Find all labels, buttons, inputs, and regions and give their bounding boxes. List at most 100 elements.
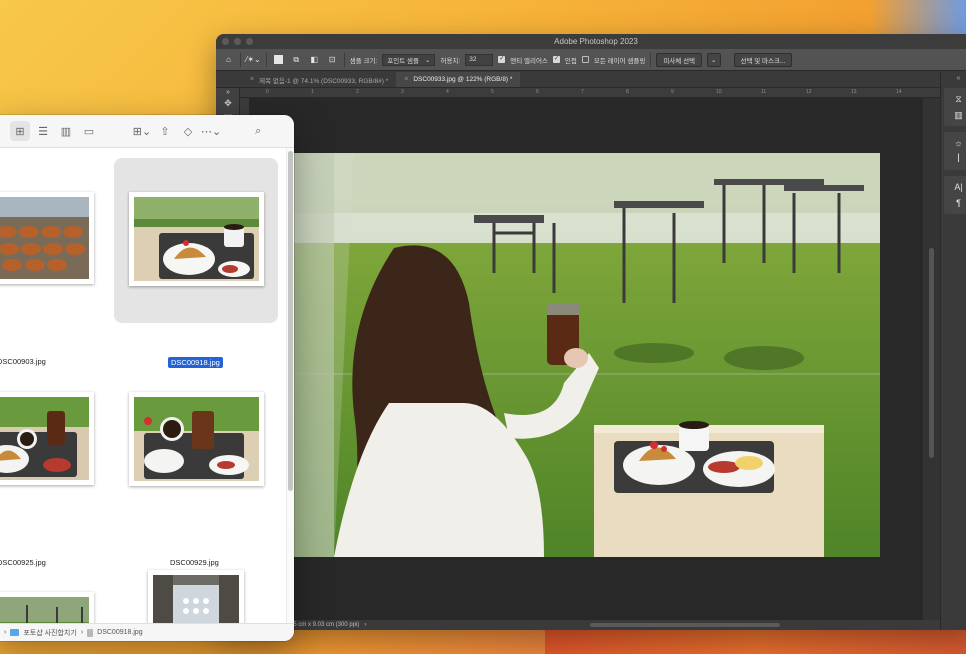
- move-tool-icon[interactable]: ✥: [216, 96, 240, 110]
- all-layers-label: 모든 레이어 샘플링: [593, 57, 646, 65]
- file-thumbnail[interactable]: [0, 192, 94, 284]
- options-divider: [265, 52, 267, 67]
- ruler-tick: 8: [626, 89, 629, 95]
- subject-dropdown-button[interactable]: ⌄: [707, 52, 721, 67]
- ps-status-bar: 55 cm x 9.03 cm (300 ppi) ›: [240, 620, 940, 630]
- file-name: DSC00918.jpg: [168, 357, 223, 368]
- intersect-selection-icon[interactable]: ⊡: [326, 53, 339, 66]
- folder-icon: [10, 629, 20, 636]
- photoshop-window: Adobe Photoshop 2023 ⌂ ⁄✶⌄ ⧉ ◧ ⊡ 샘플 크기: …: [216, 34, 966, 630]
- brush-panel-icon[interactable]: ꟾ: [949, 152, 966, 166]
- ps-document-tabs: × 제목 없음-1 @ 74.1% (DSC00933, RGB/8#) * ×…: [216, 71, 966, 88]
- close-window-button[interactable]: [222, 38, 229, 45]
- pastries-thumbnail-image: [0, 197, 89, 279]
- path-file[interactable]: DSC00918.jpg: [97, 629, 143, 636]
- sample-size-label: 샘플 크기:: [349, 57, 378, 65]
- tab-untitled[interactable]: × 제목 없음-1 @ 74.1% (DSC00933, RGB/8#) *: [242, 72, 396, 87]
- add-selection-icon[interactable]: ⧉: [290, 53, 303, 66]
- panel-group: ☼ ꟾ: [944, 132, 966, 170]
- more-actions-icon[interactable]: ⋯⌄: [201, 121, 221, 141]
- share-icon[interactable]: ⇧: [155, 121, 175, 141]
- all-layers-checkbox[interactable]: [581, 56, 589, 63]
- paragraph-panel-icon[interactable]: ¶: [949, 196, 966, 210]
- ruler-tick: 14: [896, 89, 902, 95]
- libraries-panel-icon[interactable]: ▥: [949, 108, 966, 122]
- ruler-tick: 11: [761, 89, 767, 95]
- ruler-tick: 3: [401, 89, 404, 95]
- tab-dsc00933[interactable]: × DSC00933.jpg @ 122% (RGB/8) *: [396, 72, 521, 87]
- ruler-tick: 6: [536, 89, 539, 95]
- ruler-tick: 12: [806, 89, 812, 95]
- column-view-icon[interactable]: ▥: [56, 121, 76, 141]
- subtract-selection-icon[interactable]: ◧: [308, 53, 321, 66]
- ruler-tick: 7: [581, 89, 584, 95]
- interior-thumbnail-image: [153, 575, 239, 623]
- ps-panel-strip: « ⧖ ▥ ☼ ꟾ A| ¶: [940, 72, 966, 630]
- close-tab-icon[interactable]: ×: [404, 76, 408, 83]
- ruler-tick: 5: [491, 89, 494, 95]
- tolerance-label: 허용치:: [440, 57, 461, 65]
- status-menu-arrow[interactable]: ›: [364, 622, 366, 628]
- iced-coffee-thumbnail-image: [134, 397, 259, 481]
- tag-icon[interactable]: ◇: [178, 121, 198, 141]
- file-thumbnail[interactable]: [148, 570, 244, 623]
- tolerance-input[interactable]: 32: [465, 53, 494, 66]
- wallpaper-bottom: [545, 628, 966, 654]
- antialias-label: 앤티 앨리어스: [510, 57, 548, 65]
- file-thumbnail[interactable]: [0, 392, 94, 485]
- ruler-tick: 1: [311, 89, 314, 95]
- select-subject-button[interactable]: 피사체 선택: [656, 52, 703, 67]
- file-thumbnail[interactable]: [0, 592, 94, 623]
- finder-window: ⊞ ☰ ▥ ▭ ⊞⌄ ⇧ ◇ ⋯⌄ ⌕ DSC00903.jpg DSC0091…: [0, 115, 294, 641]
- search-icon[interactable]: ⌕: [248, 121, 268, 141]
- scroll-thumb[interactable]: [929, 248, 934, 458]
- chevron-down-icon: ⌄: [425, 56, 431, 64]
- group-by-icon[interactable]: ⊞⌄: [132, 121, 152, 141]
- adjustments-panel-icon[interactable]: ☼: [949, 136, 966, 150]
- ps-app-title: Adobe Photoshop 2023: [554, 37, 638, 46]
- finder-vertical-scrollbar[interactable]: [286, 148, 294, 623]
- file-name: DSC00929.jpg: [170, 558, 219, 567]
- cafe-garden-thumbnail-image: [0, 597, 89, 623]
- minimize-window-button[interactable]: [234, 38, 241, 45]
- zoom-window-button[interactable]: [246, 38, 253, 45]
- scroll-thumb[interactable]: [288, 151, 293, 491]
- coffee-croissant-thumbnail-image: [0, 397, 89, 480]
- home-icon[interactable]: ⌂: [222, 53, 235, 66]
- ps-vertical-scrollbar[interactable]: [922, 98, 940, 620]
- cafe-photo-image: [294, 153, 880, 557]
- path-separator: ›: [80, 629, 84, 636]
- options-divider: [343, 52, 345, 67]
- path-folder[interactable]: 포토샵 사진합치기: [23, 628, 76, 638]
- new-selection-icon[interactable]: [272, 53, 285, 66]
- ruler-tick: 0: [266, 89, 269, 95]
- file-name: DSC00925.jpg: [0, 558, 46, 567]
- sample-size-select[interactable]: 포인트 샘플 ⌄: [382, 53, 436, 66]
- gallery-view-icon[interactable]: ▭: [79, 121, 99, 141]
- icon-view-icon[interactable]: ⊞: [10, 121, 30, 141]
- select-and-mask-button[interactable]: 선택 및 마스크...: [733, 52, 793, 67]
- options-divider: [240, 52, 241, 67]
- file-thumbnail[interactable]: [129, 392, 264, 486]
- horizontal-scroll-thumb[interactable]: [590, 623, 780, 627]
- list-view-icon[interactable]: ☰: [33, 121, 53, 141]
- antialias-checkbox[interactable]: ✓: [498, 56, 506, 63]
- ruler-tick: 10: [716, 89, 722, 95]
- contiguous-label: 인접: [564, 57, 577, 65]
- ruler-tick: 2: [356, 89, 359, 95]
- close-tab-icon[interactable]: ×: [250, 76, 254, 83]
- panel-group: ⧖ ▥: [944, 88, 966, 126]
- expand-panels-icon[interactable]: «: [949, 74, 966, 82]
- path-bar: › 포토샵 사진합치기 › DSC00918.jpg: [0, 623, 294, 641]
- path-separator: ›: [4, 629, 7, 636]
- collapse-panel-icon[interactable]: »: [216, 88, 240, 96]
- ps-canvas-area[interactable]: [250, 98, 922, 620]
- contiguous-checkbox[interactable]: ✓: [552, 56, 560, 63]
- character-panel-icon[interactable]: A|: [949, 180, 966, 194]
- history-panel-icon[interactable]: ⧖: [949, 92, 966, 106]
- ruler-horizontal: 0 1 2 3 4 5 6 7 8 9 10 11 12 13 14: [240, 88, 940, 98]
- finder-toolbar: ⊞ ☰ ▥ ▭ ⊞⌄ ⇧ ◇ ⋯⌄ ⌕: [0, 115, 294, 148]
- cafe-photo[interactable]: [294, 153, 880, 557]
- file-thumbnail[interactable]: [129, 192, 264, 286]
- magic-wand-icon[interactable]: ⁄✶⌄: [246, 53, 261, 66]
